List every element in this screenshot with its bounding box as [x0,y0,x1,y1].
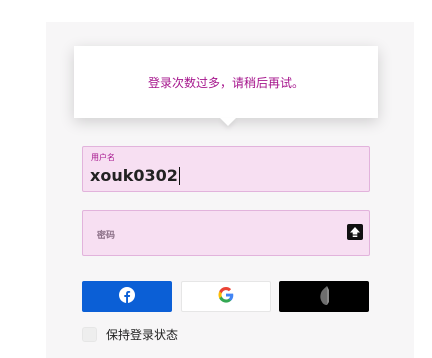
remember-me-checkbox[interactable] [82,326,97,342]
username-value-wrap: xouk0302 [90,166,180,185]
username-label: 用户名 [91,153,115,162]
username-field[interactable]: 用户名 xouk0302 [82,146,370,192]
facebook-icon [119,286,135,307]
capslock-icon [347,224,363,240]
remember-me-label: 保持登录状态 [106,327,179,342]
google-icon [218,286,234,307]
apple-icon [313,284,335,310]
tooltip-arrow [220,118,236,126]
username-value: xouk0302 [90,166,178,185]
text-caret [178,166,180,185]
facebook-login-button[interactable] [82,281,172,312]
password-field[interactable]: 密码 [82,210,370,256]
error-tooltip: 登录次数过多，请稍后再试。 [74,46,378,118]
google-login-button[interactable] [181,281,271,312]
password-placeholder: 密码 [97,231,116,241]
error-message: 登录次数过多，请稍后再试。 [147,75,304,90]
remember-me-row[interactable]: 保持登录状态 [82,324,178,344]
apple-login-button[interactable] [279,281,369,312]
